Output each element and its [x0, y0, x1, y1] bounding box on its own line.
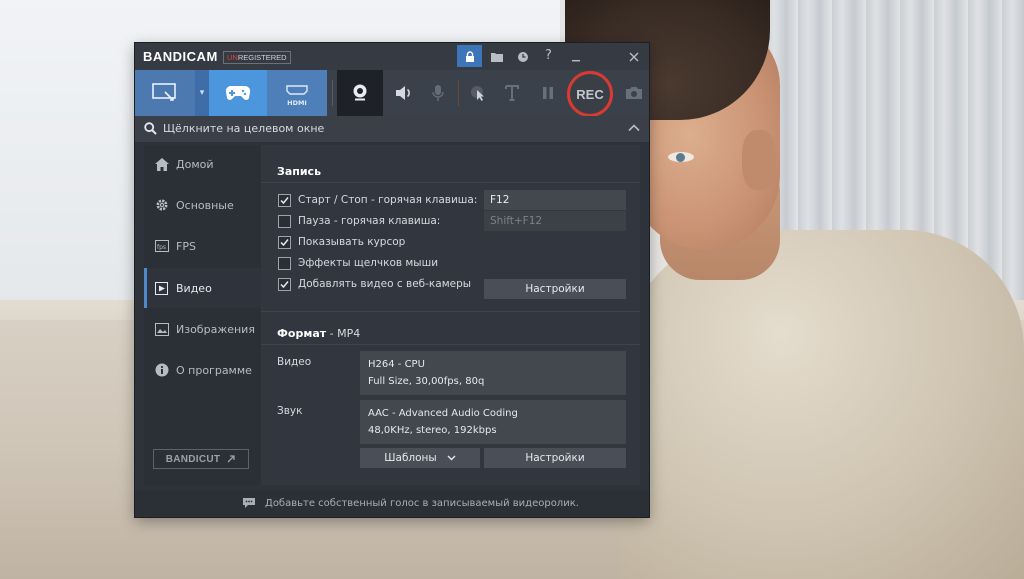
external-link-icon	[227, 455, 235, 463]
pause-icon	[543, 87, 553, 99]
sidebar-item-home[interactable]: Домой	[144, 145, 261, 183]
audio-codec: AAC - Advanced Audio Coding	[368, 408, 518, 419]
sidebar-item-video[interactable]: Видео	[144, 268, 261, 308]
hdmi-label: HDMI	[287, 98, 307, 107]
chat-icon	[243, 498, 255, 508]
app-logo: BANDICAM	[143, 49, 218, 64]
gamepad-icon	[225, 85, 251, 100]
bandicut-button[interactable]: BANDICUT	[153, 449, 249, 469]
audio-params: 48,0KHz, stereo, 192kbps	[368, 425, 497, 436]
checkbox-label: Добавлять видео с веб-камеры	[298, 278, 472, 290]
bandicut-label: BANDICUT	[165, 453, 221, 465]
pause-hotkey-field[interactable]: Shift+F12	[484, 211, 626, 231]
video-codec-box[interactable]: H264 - CPU Full Size, 30,00fps, 80q	[360, 351, 626, 395]
checkbox-unchecked[interactable]	[278, 214, 291, 228]
screen-region-icon	[152, 83, 176, 101]
title-bar[interactable]: BANDICAM UNREGISTERED ?	[135, 43, 649, 70]
sidebar-item-label: FPS	[176, 239, 196, 253]
hdmi-icon	[286, 84, 308, 95]
text-icon	[505, 85, 519, 101]
mode-dropdown-chevron-icon[interactable]: ▾	[195, 70, 209, 116]
video-codec: H264 - CPU	[368, 359, 425, 370]
cursor-click-icon	[471, 86, 484, 101]
chevron-up-icon[interactable]	[628, 122, 640, 134]
audio-format-label: Звук	[277, 405, 303, 417]
license-badge: UNREGISTERED	[223, 51, 291, 64]
record-section-title: Запись	[277, 165, 322, 178]
show-cursor-checkbox[interactable]: Показывать курсор	[278, 234, 405, 250]
checkbox-label: Эффекты щелчков мыши	[298, 257, 439, 269]
checkbox-label: Показывать курсор	[298, 236, 406, 248]
video-settings-panel: Запись Старт / Стоп - горячая клавиша: F…	[261, 145, 640, 485]
sidebar-item-label: Основные	[176, 198, 234, 212]
checkbox-unchecked[interactable]	[278, 256, 291, 270]
webcam-overlay-checkbox[interactable]: Добавлять видео с веб-камеры	[278, 276, 471, 292]
start-stop-hotkey-field[interactable]: F12	[484, 190, 626, 210]
tip-message[interactable]: Добавьте собственный голос в записываемы…	[265, 498, 579, 509]
bandicam-window: BANDICAM UNREGISTERED ? ▾ HDMI REC Щёлкн…	[135, 43, 649, 517]
help-icon[interactable]: ?	[536, 45, 561, 67]
target-window-hint: Щёлкните на целевом окне	[163, 122, 325, 135]
sidebar-item-fps[interactable]: fps FPS	[144, 227, 261, 265]
game-mode-button[interactable]	[209, 70, 267, 116]
start-stop-hotkey-checkbox[interactable]: Старт / Стоп - горячая клавиша:	[278, 192, 477, 208]
rectangle-mode-button[interactable]	[135, 70, 195, 116]
minimize-icon[interactable]	[563, 45, 588, 67]
checkbox-label: Старт / Стоп - горячая клавиша:	[298, 194, 478, 206]
video-params: Full Size, 30,00fps, 80q	[368, 376, 485, 387]
search-icon	[144, 122, 157, 135]
folder-icon[interactable]	[484, 45, 509, 67]
format-settings-button[interactable]: Настройки	[484, 448, 626, 468]
checkbox-checked[interactable]	[278, 277, 291, 291]
lock-icon[interactable]	[457, 45, 482, 67]
status-footer: Добавьте собственный голос в записываемы…	[135, 490, 649, 517]
video-format-label: Видео	[277, 356, 312, 368]
webcam-button[interactable]	[337, 70, 383, 116]
gear-icon	[154, 197, 170, 213]
audio-codec-box[interactable]: AAC - Advanced Audio Coding 48,0KHz, ste…	[360, 400, 626, 444]
format-section-title: Формат - MP4	[277, 327, 361, 340]
templates-label: Шаблоны	[384, 452, 437, 464]
checkbox-checked[interactable]	[278, 193, 291, 207]
target-window-bar[interactable]: Щёлкните на целевом окне	[135, 116, 649, 142]
sidebar: Домой Основные fps FPS Видео Изображения…	[144, 145, 261, 485]
fps-icon: fps	[154, 238, 170, 254]
sidebar-item-label: О программе	[176, 363, 252, 377]
sidebar-item-label: Домой	[176, 157, 214, 171]
sidebar-item-about[interactable]: О программе	[144, 351, 261, 389]
pause-hotkey-checkbox[interactable]: Пауза - горячая клавиша:	[278, 213, 440, 229]
close-icon[interactable]	[621, 45, 646, 67]
info-icon	[154, 362, 170, 378]
pause-button[interactable]	[532, 70, 564, 116]
microphone-icon	[432, 85, 444, 101]
cursor-effect-button[interactable]	[462, 70, 494, 116]
templates-dropdown[interactable]: Шаблоны	[360, 448, 480, 468]
speaker-button[interactable]	[388, 70, 420, 116]
sidebar-item-label: Изображения	[176, 322, 255, 336]
webcam-icon	[353, 84, 367, 101]
svg-text:fps: fps	[157, 244, 166, 251]
screenshot-button[interactable]	[619, 70, 649, 116]
mode-toolbar: ▾ HDMI REC	[135, 70, 649, 117]
clock-icon[interactable]	[510, 45, 535, 67]
webcam-settings-button[interactable]: Настройки	[484, 279, 626, 299]
sidebar-item-images[interactable]: Изображения	[144, 310, 261, 348]
sidebar-item-general[interactable]: Основные	[144, 186, 261, 224]
video-icon	[154, 280, 170, 296]
text-overlay-button[interactable]	[496, 70, 528, 116]
speaker-icon	[396, 86, 410, 100]
checkbox-checked[interactable]	[278, 235, 291, 249]
microphone-button[interactable]	[422, 70, 454, 116]
click-effects-checkbox[interactable]: Эффекты щелчков мыши	[278, 255, 438, 271]
home-icon	[154, 156, 170, 172]
camera-icon	[626, 87, 642, 99]
chevron-down-icon	[447, 455, 456, 461]
sidebar-item-label: Видео	[176, 281, 212, 295]
device-mode-button[interactable]: HDMI	[267, 70, 327, 116]
image-icon	[154, 321, 170, 337]
record-button[interactable]: REC	[567, 71, 613, 117]
checkbox-label: Пауза - горячая клавиша:	[298, 215, 441, 227]
